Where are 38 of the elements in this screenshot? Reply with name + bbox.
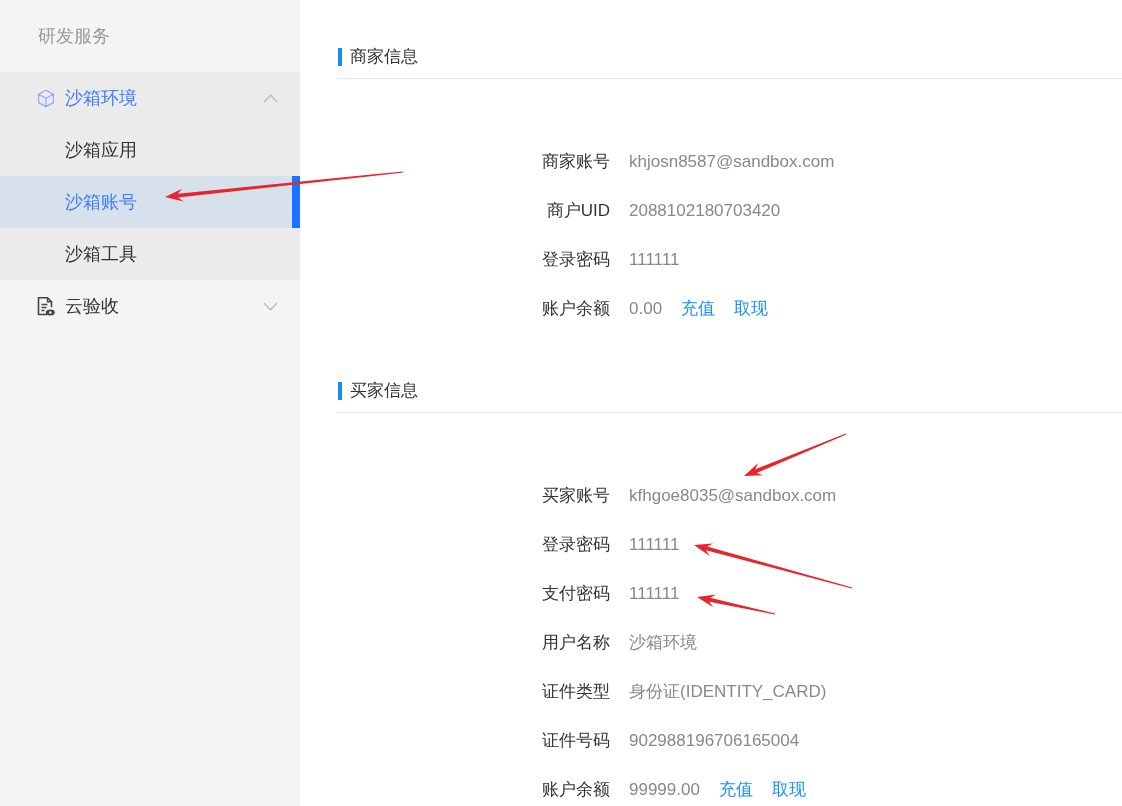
action-link[interactable]: 取现 <box>771 778 806 801</box>
field-value: 902988196706165004 <box>629 729 800 752</box>
section-title: 买家信息 <box>350 380 418 402</box>
field-value: 身份证(IDENTITY_CARD) <box>629 680 827 703</box>
action-link[interactable]: 充值 <box>681 297 716 320</box>
field-label: 登录密码 <box>541 533 610 556</box>
section-title: 商家信息 <box>350 46 418 68</box>
action-link[interactable]: 充值 <box>718 778 753 801</box>
field-label: 商家账号 <box>541 150 610 173</box>
field-value: 111111 <box>629 533 680 556</box>
field-value: 111111 <box>629 248 680 271</box>
field-value: 沙箱环境 <box>629 631 697 654</box>
section-accent-bar <box>338 48 342 66</box>
field-label: 商户UID <box>545 199 610 222</box>
section-accent-bar <box>338 382 342 400</box>
field-value: 2088102180703420 <box>629 199 781 222</box>
field-label: 买家账号 <box>541 484 610 507</box>
cube-icon <box>37 88 55 108</box>
field-value: 0.00 <box>629 297 663 320</box>
sidebar-menu-item[interactable]: 云验收 <box>0 280 300 332</box>
sidebar-submenu-item[interactable]: 沙箱工具 <box>0 228 300 280</box>
field-label: 账户余额 <box>541 778 610 801</box>
field-value: 111111 <box>629 582 680 605</box>
field-label: 账户余额 <box>541 297 610 320</box>
field-value: khjosn8587@sandbox.com <box>629 150 835 173</box>
field-label: 登录密码 <box>541 248 610 271</box>
field-label: 用户名称 <box>541 631 610 654</box>
sidebar-submenu-item[interactable]: 沙箱账号 <box>0 176 300 228</box>
sidebar-menu-item[interactable]: 沙箱环境 <box>0 72 300 124</box>
field-label: 证件类型 <box>541 680 610 703</box>
field-label: 支付密码 <box>541 582 610 605</box>
action-link[interactable]: 取现 <box>734 297 769 320</box>
sidebar-section-heading: 研发服务 <box>38 25 110 48</box>
field-value: kfhgoe8035@sandbox.com <box>629 484 837 507</box>
field-label: 证件号码 <box>541 729 610 752</box>
field-value: 99999.00 <box>629 778 700 801</box>
document-eye-icon <box>37 296 55 316</box>
sidebar-submenu-item[interactable]: 沙箱应用 <box>0 124 300 176</box>
